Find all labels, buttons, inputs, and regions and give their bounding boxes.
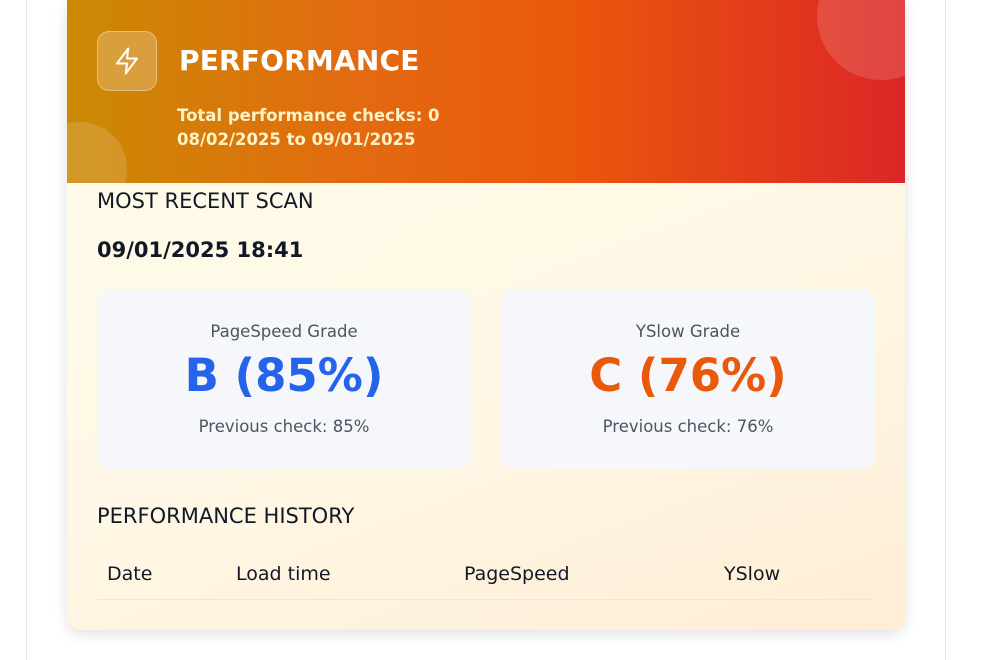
performance-history-heading: PERFORMANCE HISTORY [97,504,355,528]
grade-label: YSlow Grade [635,322,741,341]
yslow-grade-card: YSlow Grade C (76%) Previous check: 76% [501,289,875,469]
scan-timestamp: 09/01/2025 18:41 [97,238,304,262]
previous-check-text: Previous check: 85% [198,417,370,436]
pagespeed-grade-card: PageSpeed Grade B (85%) Previous check: … [97,289,471,469]
lightning-bolt-icon [97,31,157,91]
column-header-load-time[interactable]: Load time [236,563,331,585]
decorative-circle [67,122,127,183]
date-range-text: 08/02/2025 to 09/01/2025 [177,130,416,149]
column-header-date[interactable]: Date [107,563,152,585]
total-checks-text: Total performance checks: 0 [177,106,440,125]
table-header-divider [97,599,875,600]
column-header-yslow[interactable]: YSlow [724,563,780,585]
page-title: PERFORMANCE [179,44,420,77]
grade-value: C (76%) [589,349,787,402]
column-header-pagespeed[interactable]: PageSpeed [464,563,570,585]
previous-check-text: Previous check: 76% [602,417,774,436]
performance-card: PERFORMANCE Total performance checks: 0 … [67,0,905,630]
grade-label: PageSpeed Grade [210,322,358,341]
performance-header: PERFORMANCE Total performance checks: 0 … [67,0,905,183]
grade-value: B (85%) [184,349,384,402]
decorative-circle [817,0,905,80]
most-recent-scan-heading: MOST RECENT SCAN [97,189,314,213]
